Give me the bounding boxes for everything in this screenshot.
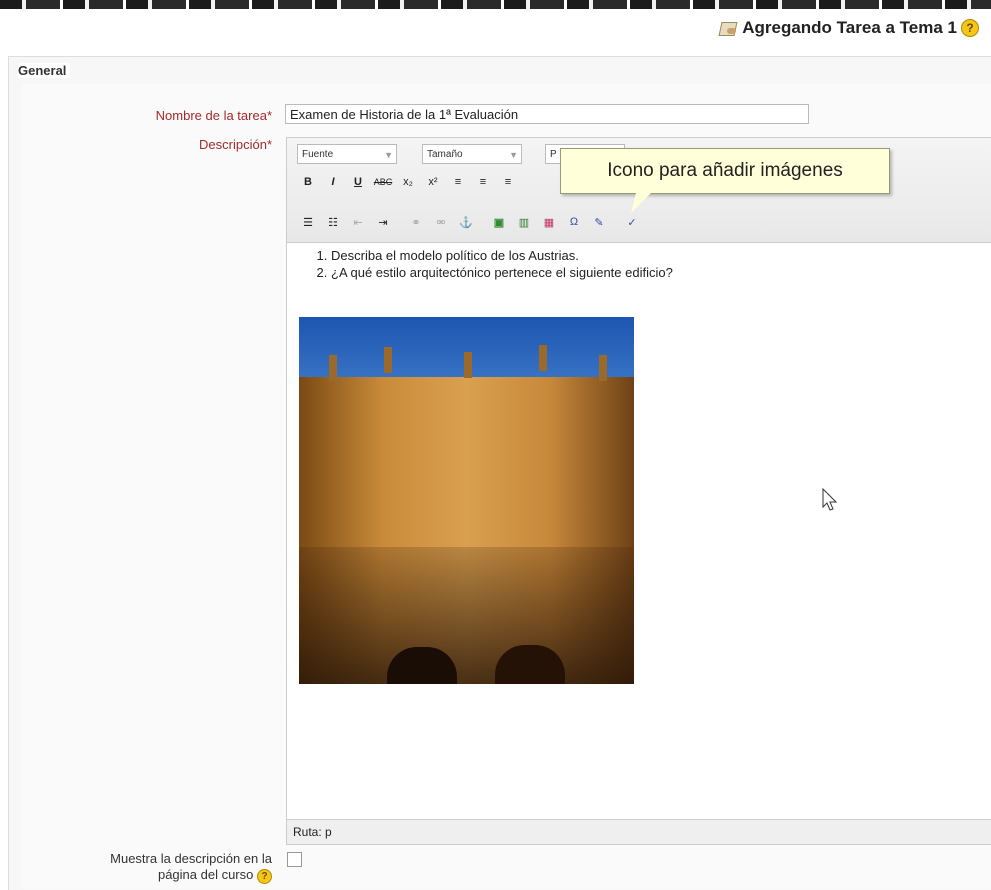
- numbered-list-icon[interactable]: ☷: [322, 212, 344, 232]
- align-right-button[interactable]: ≡: [497, 172, 519, 192]
- font-select[interactable]: Fuente ▼: [297, 144, 397, 164]
- list-item: ¿A qué estilo arquitectónico pertenece e…: [331, 264, 673, 281]
- outdent-icon[interactable]: ⇤: [347, 212, 369, 232]
- embed-icon[interactable]: ▦: [538, 212, 560, 232]
- help-icon[interactable]: ?: [961, 19, 979, 37]
- assignment-icon: [718, 19, 738, 37]
- assignment-name-input[interactable]: [285, 104, 809, 124]
- name-label: Nombre de la tarea*: [155, 108, 272, 123]
- underline-button[interactable]: U: [347, 172, 369, 192]
- building-photo[interactable]: [299, 317, 634, 684]
- strikethrough-button[interactable]: ABC: [372, 172, 394, 192]
- page-title: Agregando Tarea a Tema 1: [742, 18, 957, 37]
- size-select[interactable]: Tamaño ▼: [422, 144, 522, 164]
- editor-content-area[interactable]: Describa el modelo político de los Austr…: [287, 243, 991, 819]
- superscript-button[interactable]: x²: [422, 172, 444, 192]
- unlink-icon[interactable]: ⚮: [430, 212, 452, 232]
- help-icon[interactable]: ?: [257, 869, 272, 884]
- editor-path-bar: Ruta: p: [287, 819, 991, 844]
- image-icon-tooltip: Icono para añadir imágenes: [560, 148, 890, 194]
- indent-icon[interactable]: ⇥: [372, 212, 394, 232]
- bold-button[interactable]: B: [297, 172, 319, 192]
- special-char-icon[interactable]: Ω: [563, 212, 585, 232]
- toolbar-row-2: B I U ABC x₂ x² ≡ ≡ ≡: [297, 172, 519, 192]
- insert-image-icon[interactable]: ▣: [488, 212, 510, 232]
- mouse-cursor-icon: [822, 488, 838, 511]
- show-description-label: Muestra la descripción en la página del …: [110, 851, 272, 884]
- italic-button[interactable]: I: [322, 172, 344, 192]
- description-label: Descripción*: [199, 137, 272, 152]
- bullet-list-icon[interactable]: ☰: [297, 212, 319, 232]
- align-center-button[interactable]: ≡: [472, 172, 494, 192]
- top-banner-strip: [0, 0, 991, 9]
- toolbar-row-3: ☰ ☷ ⇤ ⇥ ⚭ ⚮ ⚓ ▣ ▥ ▦ Ω ✎ ✓: [297, 212, 643, 232]
- align-left-button[interactable]: ≡: [447, 172, 469, 192]
- spellcheck-icon[interactable]: ✓: [621, 212, 643, 232]
- fieldset-legend: General: [18, 63, 71, 78]
- list-item: Describa el modelo político de los Austr…: [331, 247, 673, 264]
- page-heading: Agregando Tarea a Tema 1 ?: [718, 18, 979, 38]
- show-description-checkbox[interactable]: [287, 852, 302, 867]
- required-mark: *: [266, 137, 272, 152]
- subscript-button[interactable]: x₂: [397, 172, 419, 192]
- edit-html-icon[interactable]: ✎: [588, 212, 610, 232]
- moodle-media-icon[interactable]: ▥: [513, 212, 535, 232]
- question-list: Describa el modelo político de los Austr…: [301, 247, 673, 281]
- required-mark: *: [266, 108, 272, 123]
- rich-text-editor: Fuente ▼ Tamaño ▼ P B I U ABC x₂ x² ≡ ≡ ≡ …: [286, 137, 991, 845]
- anchor-icon[interactable]: ⚓: [455, 212, 477, 232]
- link-icon[interactable]: ⚭: [405, 212, 427, 232]
